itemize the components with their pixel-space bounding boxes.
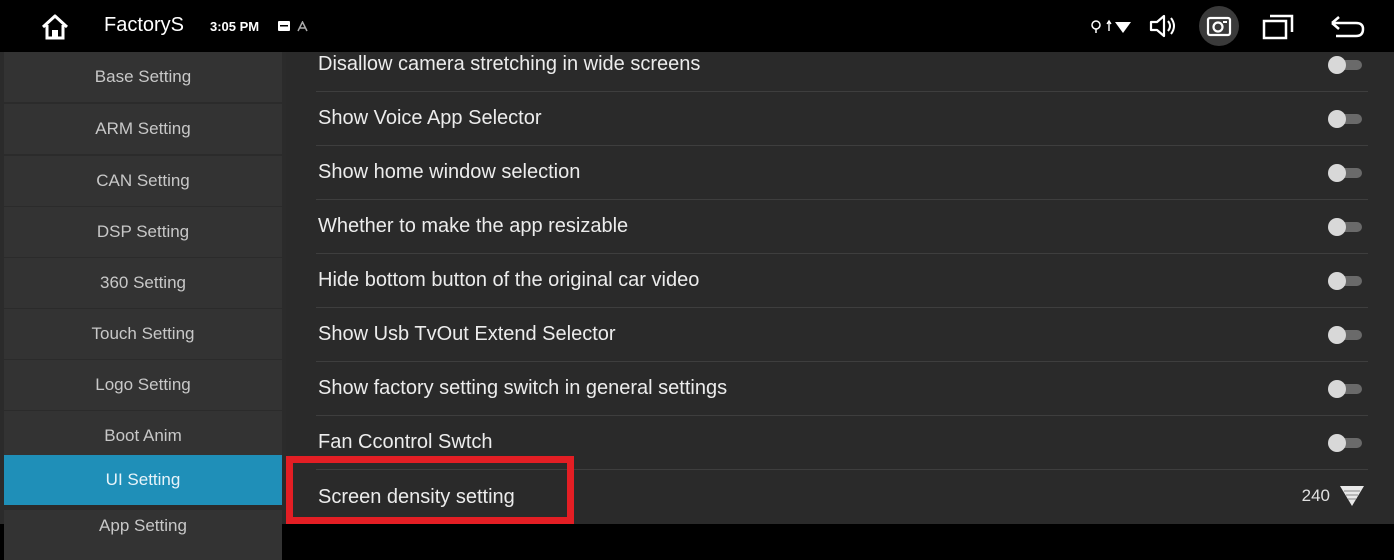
setting-label: Fan Ccontrol Swtch — [318, 431, 493, 453]
toggle-switch[interactable] — [1328, 110, 1362, 128]
setting-label: Hide bottom button of the original car v… — [318, 269, 700, 291]
toggle-switch[interactable] — [1328, 218, 1362, 236]
back-icon[interactable] — [1330, 15, 1366, 39]
setting-label: Show factory setting switch in general s… — [318, 377, 728, 399]
location-icon — [1091, 20, 1101, 33]
setting-label: Show home window selection — [318, 161, 581, 183]
sidebar-item-360-setting[interactable]: 360 Setting — [4, 258, 282, 308]
notification-icon — [278, 21, 290, 31]
settings-list: Disallow camera stretching in wide scree… — [286, 52, 1394, 524]
setting-row-screen-density[interactable]: Screen density setting 240 — [316, 470, 1368, 524]
sidebar-item-logo-setting[interactable]: Logo Setting — [4, 360, 282, 410]
sidebar-item-arm-setting[interactable]: ARM Setting — [4, 104, 282, 154]
setting-label: Show Usb TvOut Extend Selector — [318, 323, 616, 345]
sidebar-item-ui-setting[interactable]: UI Setting — [4, 455, 282, 505]
setting-row-factory-switch[interactable]: Show factory setting switch in general s… — [316, 362, 1368, 416]
setting-row-camera-stretching[interactable]: Disallow camera stretching in wide scree… — [316, 38, 1368, 92]
camera-icon[interactable] — [1206, 14, 1232, 38]
setting-row-fan-control[interactable]: Fan Ccontrol Swtch — [316, 416, 1368, 470]
app-title: FactoryS — [104, 14, 185, 36]
setting-row-usb-tvout[interactable]: Show Usb TvOut Extend Selector — [316, 308, 1368, 362]
toggle-switch[interactable] — [1328, 380, 1362, 398]
sidebar-item-can-setting[interactable]: CAN Setting — [4, 156, 282, 206]
dropdown-arrow-icon[interactable] — [1338, 482, 1366, 510]
toggle-switch[interactable] — [1328, 326, 1362, 344]
setting-label: Disallow camera stretching in wide scree… — [318, 53, 701, 75]
home-icon[interactable] — [40, 13, 70, 41]
setting-row-voice-app-selector[interactable]: Show Voice App Selector — [316, 92, 1368, 146]
sidebar-item-touch-setting[interactable]: Touch Setting — [4, 309, 282, 359]
sidebar-item-app-setting[interactable]: App Setting — [4, 510, 282, 560]
clock: 3:05 PM — [210, 19, 260, 34]
setting-row-home-window-selection[interactable]: Show home window selection — [316, 146, 1368, 200]
setting-label: Show Voice App Selector — [318, 107, 542, 129]
recent-apps-icon[interactable] — [1262, 13, 1294, 40]
toggle-switch[interactable] — [1328, 434, 1362, 452]
density-value: 240 — [1301, 486, 1330, 505]
settings-sidebar: Base Setting ARM Setting CAN Setting DSP… — [0, 52, 286, 560]
toggle-switch[interactable] — [1328, 56, 1362, 74]
sidebar-item-dsp-setting[interactable]: DSP Setting — [4, 207, 282, 257]
toggle-switch[interactable] — [1328, 164, 1362, 182]
setting-label: Screen density setting — [318, 485, 515, 508]
setting-label: Whether to make the app resizable — [318, 215, 629, 237]
toggle-switch[interactable] — [1328, 272, 1362, 290]
volume-icon[interactable] — [1148, 13, 1178, 39]
signal-wifi-icon — [1106, 19, 1131, 33]
a-icon — [297, 21, 308, 32]
setting-row-app-resizable[interactable]: Whether to make the app resizable — [316, 200, 1368, 254]
sidebar-item-boot-anim[interactable]: Boot Anim — [4, 411, 282, 461]
sidebar-item-base-setting[interactable]: Base Setting — [4, 52, 282, 102]
setting-row-hide-bottom-button[interactable]: Hide bottom button of the original car v… — [316, 254, 1368, 308]
